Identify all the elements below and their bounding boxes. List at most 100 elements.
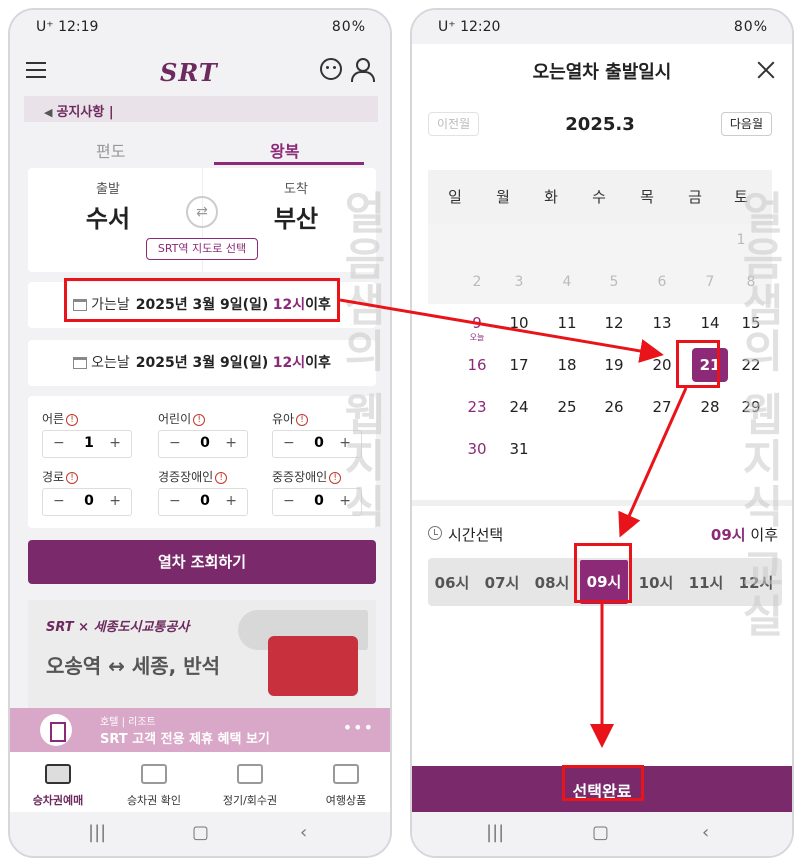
info-icon[interactable]: ! bbox=[215, 472, 228, 484]
battery-label: 80% bbox=[331, 19, 366, 35]
promo-banner[interactable]: SRT × 세종도시교통공사 오송역 ↔ 세종, 반석 bbox=[28, 600, 376, 710]
close-icon[interactable] bbox=[756, 60, 776, 80]
calendar-day[interactable]: 18 bbox=[544, 356, 590, 374]
nav-label: 승차권 확인 bbox=[126, 794, 182, 807]
passenger-label: 경증장애인 bbox=[158, 470, 214, 484]
decrement-button[interactable]: − bbox=[53, 493, 65, 509]
more-icon[interactable]: ••• bbox=[343, 718, 374, 737]
nav-ticket-booking[interactable]: 승차권예매 bbox=[10, 764, 106, 808]
departure-station[interactable]: 출발 수서 bbox=[48, 178, 168, 234]
calendar-day: 6 bbox=[657, 274, 667, 290]
clock-icon bbox=[428, 526, 442, 540]
system-nav-bar: ||| ▢ ‹ bbox=[412, 812, 792, 856]
next-month-button[interactable]: 다음월 bbox=[720, 112, 772, 136]
weekday: 화 bbox=[544, 188, 558, 206]
calendar-day: 8 bbox=[746, 274, 756, 290]
notice-bar[interactable]: ◀ 공지사항 | bbox=[24, 96, 378, 122]
tab-oneway[interactable]: 편도 bbox=[96, 138, 125, 162]
hotel-icon bbox=[40, 714, 72, 746]
decrement-button[interactable]: − bbox=[283, 435, 295, 451]
chatbot-icon[interactable] bbox=[320, 58, 342, 80]
calendar-day[interactable]: 14 bbox=[687, 314, 733, 332]
calendar-day[interactable]: 24 bbox=[496, 398, 542, 416]
calendar-day[interactable]: 20 bbox=[639, 356, 685, 374]
arrival-station[interactable]: 도착 부산 bbox=[236, 178, 356, 234]
tab-roundtrip[interactable]: 왕복 bbox=[270, 138, 299, 162]
calendar-day[interactable]: 12 bbox=[591, 314, 637, 332]
calendar-day[interactable]: 19 bbox=[591, 356, 637, 374]
decrement-button[interactable]: − bbox=[283, 493, 295, 509]
nav-travel[interactable]: 여행상품 bbox=[298, 764, 390, 808]
calendar-day[interactable]: 23 bbox=[454, 398, 500, 416]
hour-option-selected[interactable]: 09시 bbox=[580, 560, 628, 604]
calendar-day[interactable]: 31 bbox=[496, 440, 542, 458]
calendar-day[interactable]: 30 bbox=[454, 440, 500, 458]
decrement-button[interactable]: − bbox=[53, 435, 65, 451]
calendar-day[interactable]: 16 bbox=[454, 356, 500, 374]
calendar-day: 1 bbox=[736, 232, 746, 248]
calendar-day[interactable]: 26 bbox=[591, 398, 637, 416]
hour-option[interactable]: 07시 bbox=[478, 572, 526, 593]
calendar-day[interactable]: 10 bbox=[496, 314, 542, 332]
bottom-nav: 승차권예매 승차권 확인 정기/회수권 여행상품 bbox=[10, 752, 390, 816]
increment-button[interactable]: + bbox=[109, 435, 121, 451]
return-hour: 12시 bbox=[272, 355, 306, 371]
calendar-day[interactable]: 28 bbox=[687, 398, 733, 416]
hour-option[interactable]: 06시 bbox=[428, 572, 476, 593]
info-icon[interactable]: ! bbox=[296, 414, 309, 426]
hour-option[interactable]: 11시 bbox=[682, 572, 730, 593]
calendar-day[interactable]: 27 bbox=[639, 398, 685, 416]
calendar-day: 5 bbox=[609, 274, 619, 290]
modal-title: 오는열차 출발일시 bbox=[532, 62, 672, 83]
info-icon[interactable]: ! bbox=[66, 414, 79, 426]
hour-option[interactable]: 08시 bbox=[528, 572, 576, 593]
hour-option[interactable]: 12시 bbox=[732, 572, 780, 593]
info-icon[interactable]: ! bbox=[193, 414, 206, 426]
increment-button[interactable]: + bbox=[339, 435, 351, 451]
search-trains-button[interactable]: 열차 조회하기 bbox=[28, 540, 376, 584]
menu-icon[interactable] bbox=[26, 62, 46, 78]
calendar-day[interactable]: 22 bbox=[728, 356, 774, 374]
home-icon[interactable]: ▢ bbox=[192, 822, 209, 843]
increment-button[interactable]: + bbox=[339, 493, 351, 509]
back-icon[interactable]: ‹ bbox=[702, 822, 709, 843]
depart-hour: 12시 bbox=[272, 297, 306, 313]
passenger-mild-disability: 경증장애인! − 0 + bbox=[158, 468, 258, 516]
return-date-row[interactable]: 오는날 2025년 3월 9일(일) 12시이후 bbox=[28, 340, 376, 386]
hour-selector[interactable]: 06시 07시 08시 09시 10시 11시 12시 bbox=[428, 558, 782, 606]
decrement-button[interactable]: − bbox=[169, 493, 181, 509]
decrement-button[interactable]: − bbox=[169, 435, 181, 451]
info-icon[interactable]: ! bbox=[329, 472, 342, 484]
increment-button[interactable]: + bbox=[109, 493, 121, 509]
bus-image bbox=[268, 636, 358, 696]
calendar-day-selected[interactable]: 21 bbox=[692, 348, 728, 382]
calendar-day[interactable]: 11 bbox=[544, 314, 590, 332]
phone-left: U⁺ 12:19 80% SRT ◀ 공지사항 | 편도 왕복 출발 수서 ⇄ 도… bbox=[8, 8, 392, 858]
recent-apps-icon[interactable]: ||| bbox=[88, 822, 106, 843]
calendar-day[interactable]: 13 bbox=[639, 314, 685, 332]
nav-pass[interactable]: 정기/회수권 bbox=[202, 764, 298, 808]
calendar-day[interactable]: 15 bbox=[728, 314, 774, 332]
depart-date-row[interactable]: 가는날 2025년 3월 9일(일) 12시이후 bbox=[28, 282, 376, 328]
calendar-day[interactable]: 29 bbox=[728, 398, 774, 416]
confirm-selection-button[interactable]: 선택완료 bbox=[412, 766, 792, 818]
calendar-day[interactable]: 17 bbox=[496, 356, 542, 374]
calendar-day[interactable]: 25 bbox=[544, 398, 590, 416]
info-icon[interactable]: ! bbox=[66, 472, 79, 484]
swap-stations-button[interactable]: ⇄ bbox=[186, 196, 218, 228]
home-icon[interactable]: ▢ bbox=[592, 822, 609, 843]
banner-title: 오송역 ↔ 세종, 반석 bbox=[46, 654, 221, 678]
partner-benefit-bar[interactable]: 호텔 | 리조트 SRT 고객 전용 제휴 혜택 보기 ••• bbox=[10, 708, 390, 752]
promo-title: SRT 고객 전용 제휴 혜택 보기 bbox=[100, 732, 270, 747]
increment-button[interactable]: + bbox=[225, 435, 237, 451]
hour-option[interactable]: 10시 bbox=[632, 572, 680, 593]
station-map-button[interactable]: SRT역 지도로 선택 bbox=[146, 238, 258, 260]
user-icon[interactable] bbox=[350, 58, 375, 82]
calendar-day-today[interactable]: 9 bbox=[454, 314, 500, 332]
nav-ticket-check[interactable]: 승차권 확인 bbox=[106, 764, 202, 808]
quantity-value: 1 bbox=[84, 435, 94, 451]
increment-button[interactable]: + bbox=[225, 493, 237, 509]
back-icon[interactable]: ‹ bbox=[300, 822, 307, 843]
recent-apps-icon[interactable]: ||| bbox=[486, 822, 504, 843]
weekday-header: 일 월 화 수 목 금 토 bbox=[428, 170, 772, 224]
